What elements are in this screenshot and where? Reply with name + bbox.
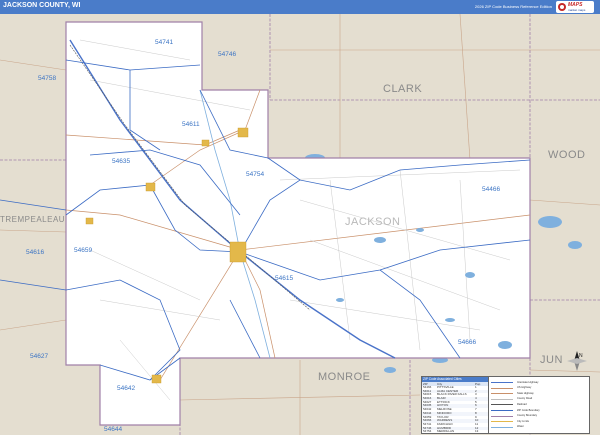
zip-label[interactable]: 54754 bbox=[246, 171, 264, 178]
legend-swatch bbox=[491, 421, 513, 423]
legend-item: City Limits bbox=[517, 419, 529, 423]
legend-swatch bbox=[491, 410, 513, 411]
zip-label[interactable]: 54466 bbox=[482, 186, 500, 193]
legend-item: County Road bbox=[517, 397, 533, 401]
county-label-monroe: MONROE bbox=[318, 371, 371, 383]
legend-item: ZIP Code Boundary bbox=[517, 408, 540, 412]
zip-label[interactable]: 54635 bbox=[112, 158, 130, 165]
legend-swatch bbox=[491, 415, 513, 417]
zip-label[interactable]: 54666 bbox=[458, 339, 476, 346]
legend-swatch bbox=[491, 393, 513, 395]
city-melrose bbox=[151, 374, 162, 384]
county-label-wood: WOOD bbox=[548, 149, 585, 161]
city-hixton bbox=[145, 182, 156, 192]
title-bar: JACKSON COUNTY, WI 2026 ZIP Code Busines… bbox=[0, 0, 600, 14]
zip-label[interactable]: 54746 bbox=[218, 51, 236, 58]
north-arrow-icon: N bbox=[567, 351, 587, 371]
city-taylor bbox=[85, 217, 94, 225]
edition-label: 2026 ZIP Code Business Reference Edition bbox=[474, 4, 552, 9]
county-label-clark: CLARK bbox=[383, 83, 422, 95]
legend-swatch bbox=[491, 387, 513, 389]
zip-label[interactable]: 54615 bbox=[275, 275, 293, 282]
zip-label[interactable]: 54659 bbox=[74, 247, 92, 254]
county-label-juneau: JUN bbox=[540, 354, 563, 366]
legend-item: US Highway bbox=[517, 386, 532, 390]
legend-swatch bbox=[491, 398, 513, 400]
north-label: N bbox=[579, 353, 583, 359]
zip-label[interactable]: 54616 bbox=[26, 249, 44, 256]
logo-subtext: market maps bbox=[568, 8, 586, 12]
zip-label[interactable]: 54627 bbox=[30, 353, 48, 360]
zip-label[interactable]: 54758 bbox=[38, 75, 56, 82]
city-black-river-falls bbox=[229, 241, 247, 263]
zip-table-body: 54466 PITTSVILLE 1 54611 ALMA CENTER 2 54615 BL… bbox=[422, 385, 488, 433]
logo-icon bbox=[558, 3, 566, 11]
zip-label[interactable]: 54644 bbox=[104, 426, 122, 433]
zip-label[interactable]: 54642 bbox=[117, 385, 135, 392]
legend-item: Water bbox=[517, 425, 524, 429]
city-alma-center bbox=[201, 139, 210, 147]
legend-swatch bbox=[491, 382, 513, 383]
legend-item: County Boundary bbox=[517, 414, 538, 418]
city-merrillan bbox=[237, 127, 249, 138]
zip-label[interactable]: 54611 bbox=[182, 121, 200, 128]
map-frame: JACKSON COUNTY, WI 2026 ZIP Code Busines… bbox=[0, 0, 600, 435]
county-label-jackson: JACKSON bbox=[345, 216, 400, 228]
zip-code-table: ZIP Code Associated Cities ZIP City Pop … bbox=[421, 376, 489, 434]
legend-item: Railroad bbox=[517, 402, 527, 406]
county-map[interactable]: CLARK WOOD JACKSON TREMPEALEAU MONROE JU… bbox=[0, 14, 600, 435]
zip-label[interactable]: 54741 bbox=[155, 39, 173, 46]
map-title: JACKSON COUNTY, WI bbox=[3, 2, 81, 9]
legend-swatch bbox=[491, 404, 513, 406]
legend-item: State Highway bbox=[517, 391, 534, 395]
map-legend: Interstate Highway US Highway State Highwa… bbox=[488, 376, 590, 434]
legend-swatch bbox=[491, 426, 513, 428]
county-label-trempealeau: TREMPEALEAU bbox=[0, 215, 65, 224]
publisher-logo: MAPS market maps bbox=[556, 1, 594, 13]
legend-item: Interstate Highway bbox=[517, 380, 539, 384]
